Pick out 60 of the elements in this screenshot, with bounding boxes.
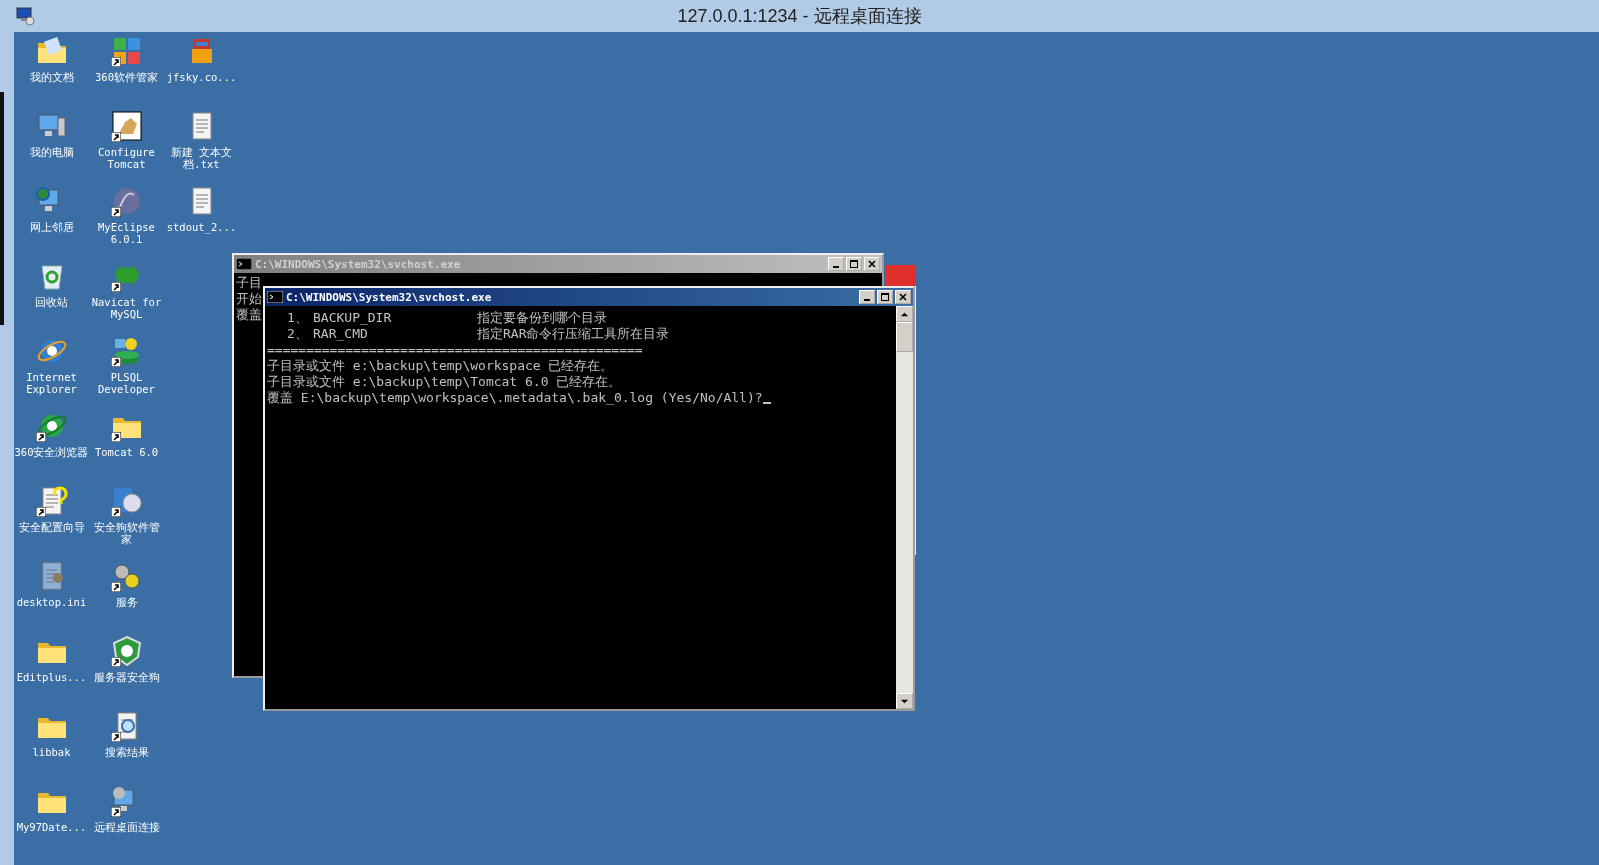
console-text: 子目录或文件 e:\backup\temp\workspace 已经存在。 <box>267 358 615 374</box>
icon-label[interactable]: 服务器安全狗 <box>93 671 160 683</box>
maximize-icon <box>880 292 890 302</box>
icon-label[interactable]: 网上邻居 <box>29 221 74 233</box>
icon-label[interactable]: Internet Explorer <box>14 371 89 395</box>
minimize-button[interactable] <box>859 290 875 304</box>
close-icon <box>867 259 877 269</box>
icon-label[interactable]: jfsky.co... <box>166 71 237 83</box>
option-key: RAR_CMD <box>313 326 477 342</box>
icon-label[interactable]: stdout_2... <box>166 221 237 233</box>
icon-label[interactable]: 360安全浏览器 <box>14 446 89 458</box>
scroll-up-button[interactable] <box>896 306 913 322</box>
icon-label[interactable]: PLSQL Developer <box>89 371 164 395</box>
icon-label[interactable]: 360软件管家 <box>95 71 158 83</box>
console-text: 子目 <box>236 275 262 291</box>
monitor-icon[interactable] <box>15 6 35 26</box>
window-title: 127.0.0.1:1234 - 远程桌面连接 <box>677 5 922 28</box>
close-icon <box>898 292 908 302</box>
icon-label[interactable]: 安全狗软件管家 <box>89 521 164 545</box>
option-number: 2、 <box>287 326 309 342</box>
icon-label[interactable]: 安全配置向导 <box>18 521 85 533</box>
icon-label[interactable]: Tomcat 6.0 <box>94 446 159 458</box>
option-key: BACKUP_DIR <box>313 310 477 326</box>
console-icon <box>236 258 252 270</box>
minimize-icon <box>864 299 870 301</box>
icon-label[interactable]: 搜索结果 <box>104 746 149 758</box>
icon-label[interactable]: 服务 <box>115 596 138 608</box>
close-button[interactable] <box>895 290 911 304</box>
window-title: C:\WINDOWS\System32\svchost.exe <box>255 257 462 271</box>
scrollbar[interactable] <box>896 306 913 709</box>
icon-label[interactable]: MyEclipse 6.0.1 <box>89 221 164 245</box>
icon-label[interactable]: libbak <box>32 746 71 758</box>
scroll-thumb[interactable] <box>896 322 913 352</box>
icon-label[interactable]: 回收站 <box>35 296 68 308</box>
window-title: C:\WINDOWS\System32\svchost.exe <box>286 290 493 304</box>
console-text: 子目录或文件 e:\backup\temp\Tomcat 6.0 已经存在。 <box>267 374 623 390</box>
maximize-icon <box>849 259 859 269</box>
option-number: 1、 <box>287 310 309 326</box>
minimize-icon <box>833 266 839 268</box>
console-prompt: 覆盖 E:\backup\temp\workspace\.metadata\.bak_0.log (Yes/No/All)? <box>267 390 763 406</box>
console-text: 覆盖 <box>236 307 262 323</box>
console-text: 开始 <box>236 291 262 307</box>
icon-label[interactable]: desktop.ini <box>16 596 87 608</box>
icon-label[interactable]: 我的电脑 <box>29 146 74 158</box>
minimize-button[interactable] <box>828 257 844 271</box>
maximize-button[interactable] <box>877 290 893 304</box>
console-text: ================================================ <box>267 342 644 358</box>
console-icon <box>267 291 283 303</box>
icon-label[interactable]: Navicat for MySQL <box>89 296 164 320</box>
maximize-button[interactable] <box>846 257 862 271</box>
icon-label[interactable]: My97Date... <box>16 821 87 833</box>
icon-label[interactable]: 我的文档 <box>29 71 74 83</box>
icon-label[interactable]: Configure Tomcat <box>89 146 164 170</box>
option-description: 指定要备份到哪个目录 <box>477 310 607 326</box>
scroll-down-button[interactable] <box>896 693 913 709</box>
icon-label[interactable]: 远程桌面连接 <box>93 821 160 833</box>
option-description: 指定RAR命令行压缩工具所在目录 <box>477 326 670 342</box>
close-button[interactable] <box>864 257 880 271</box>
icon-label[interactable]: 新建 文本文档.txt <box>164 146 239 170</box>
icon-label[interactable]: Editplus... <box>16 671 87 683</box>
